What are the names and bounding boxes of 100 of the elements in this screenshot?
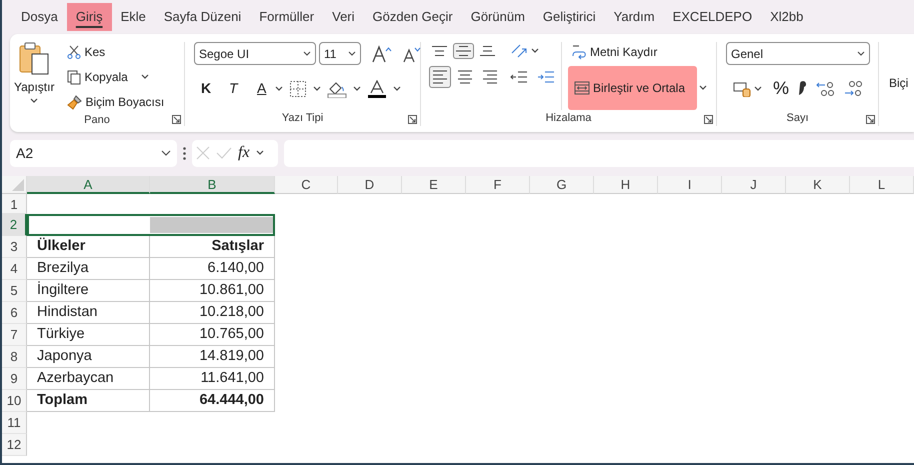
chevron-icon[interactable] <box>531 48 539 54</box>
underline-button[interactable]: A <box>254 77 270 100</box>
grow-font-icon[interactable] <box>372 44 392 62</box>
dialog-launcher-icon[interactable] <box>408 115 417 124</box>
group-label: Pano <box>84 113 110 128</box>
merge-center-button[interactable]: Birleştir ve Ortala <box>568 66 697 110</box>
column-header[interactable]: F <box>466 176 530 194</box>
row-header[interactable]: 12 <box>2 434 27 456</box>
chevron-icon[interactable] <box>30 98 38 104</box>
column-header[interactable]: B <box>150 176 275 194</box>
column-header[interactable]: E <box>402 176 466 194</box>
column-header[interactable]: G <box>530 176 594 194</box>
paste-button[interactable]: Yapıştır <box>10 42 58 112</box>
row-header[interactable]: 2 <box>2 214 27 236</box>
chevron-icon[interactable] <box>313 86 322 92</box>
decrease-decimal-icon[interactable] <box>843 80 864 98</box>
table-cell[interactable]: Toplam <box>27 390 150 412</box>
table-cell[interactable]: 11.641,00 <box>150 368 275 390</box>
name-box[interactable]: A2 <box>10 140 177 166</box>
increase-decimal-icon[interactable] <box>815 80 836 98</box>
font-color-icon[interactable] <box>367 80 388 98</box>
row-header[interactable]: 4 <box>2 258 27 280</box>
column-header[interactable]: D <box>338 176 402 194</box>
menu-tab[interactable]: Sayfa Düzeni <box>154 3 250 31</box>
chevron-icon[interactable] <box>393 86 402 92</box>
merge-cells-icon <box>574 81 590 95</box>
table-cell[interactable]: 64.444,00 <box>150 390 275 412</box>
row-header[interactable]: 5 <box>2 280 27 302</box>
table-cell[interactable]: 10.861,00 <box>150 280 275 302</box>
table-cell[interactable]: İngiltere <box>27 280 150 302</box>
menu-tab[interactable]: Görünüm <box>462 3 534 31</box>
column-header[interactable]: H <box>594 176 658 194</box>
decrease-indent-icon[interactable] <box>510 69 528 85</box>
table-cell[interactable]: Hindistan <box>27 302 150 324</box>
column-header[interactable]: K <box>786 176 850 194</box>
dialog-launcher-icon[interactable] <box>172 115 181 124</box>
row-header[interactable]: 9 <box>2 368 27 390</box>
menu-tab[interactable]: Dosya <box>12 3 67 31</box>
align-middle-button[interactable] <box>453 43 474 59</box>
align-top-button[interactable] <box>429 43 450 59</box>
row-header[interactable]: 6 <box>2 302 27 324</box>
more-options-icon[interactable] <box>183 146 186 160</box>
menu-tab[interactable]: Giriş <box>66 3 112 31</box>
insert-function-button[interactable]: fx <box>238 141 250 165</box>
menu-tab[interactable]: EXCELDEPO <box>664 3 762 31</box>
dialog-launcher-icon[interactable] <box>866 115 875 124</box>
selected-cell[interactable] <box>27 214 150 236</box>
row-header[interactable]: 3 <box>2 236 27 258</box>
chevron-icon[interactable] <box>256 150 264 156</box>
comma-style-icon[interactable] <box>797 80 808 96</box>
percent-button[interactable]: % <box>773 75 790 102</box>
column-header[interactable]: L <box>850 176 914 194</box>
number-format-field[interactable]: Genel <box>726 42 870 65</box>
chevron-icon[interactable] <box>353 86 362 92</box>
wrap-text-button[interactable]: Metni Kaydır <box>568 42 707 62</box>
column-header[interactable]: I <box>658 176 722 194</box>
increase-indent-icon[interactable] <box>537 69 555 85</box>
menu-tab[interactable]: Formüller <box>250 3 324 31</box>
chevron-icon[interactable] <box>699 85 707 91</box>
row-header[interactable]: 7 <box>2 324 27 346</box>
font-size-field[interactable]: 11 <box>319 42 361 65</box>
row-header[interactable]: 8 <box>2 346 27 368</box>
chevron-icon[interactable] <box>275 86 284 92</box>
menu-tab[interactable]: Gözden Geçir <box>364 3 462 31</box>
column-header[interactable]: J <box>722 176 786 194</box>
table-cell[interactable]: Türkiye <box>27 324 150 346</box>
column-header[interactable]: C <box>275 176 338 194</box>
table-cell[interactable]: Japonya <box>27 346 150 368</box>
fill-color-icon[interactable] <box>327 80 348 98</box>
align-bottom-button[interactable] <box>477 43 498 59</box>
menu-tab[interactable]: Geliştirici <box>534 3 605 31</box>
table-cell[interactable]: 6.140,00 <box>150 258 275 280</box>
align-left-button[interactable] <box>429 66 451 88</box>
row-header[interactable]: 10 <box>2 390 27 412</box>
table-cell[interactable]: 10.765,00 <box>150 324 275 346</box>
borders-icon[interactable] <box>289 80 308 98</box>
bold-button[interactable]: K <box>198 77 216 100</box>
chevron-icon[interactable] <box>140 74 149 80</box>
shaded-cell[interactable] <box>150 214 275 236</box>
menu-tab[interactable]: Ekle <box>112 3 155 31</box>
format-painter-button[interactable]: Biçim Boyacısı <box>64 92 168 112</box>
font-name-field[interactable]: Segoe UI <box>194 42 316 65</box>
chevron-icon[interactable] <box>754 86 762 92</box>
table-cell[interactable]: Ülkeler <box>27 236 150 258</box>
menu-tab[interactable]: Xl2bb <box>761 3 812 31</box>
table-cell[interactable]: Brezilya <box>27 258 150 280</box>
table-cell[interactable]: 10.218,00 <box>150 302 275 324</box>
table-cell[interactable]: 14.819,00 <box>150 346 275 368</box>
menu-tab[interactable]: Veri <box>323 3 364 31</box>
table-cell[interactable]: Satışlar <box>150 236 275 258</box>
row-header[interactable]: 1 <box>2 194 27 214</box>
italic-button[interactable]: T <box>226 77 244 100</box>
row-header[interactable]: 11 <box>2 412 27 434</box>
column-header[interactable]: A <box>27 176 150 194</box>
table-cell[interactable]: Azerbaycan <box>27 368 150 390</box>
copy-button[interactable]: Kopyala <box>64 67 168 87</box>
menu-tab[interactable]: Yardım <box>604 3 664 31</box>
dialog-launcher-icon[interactable] <box>704 115 713 124</box>
cut-button[interactable]: Kes <box>64 42 168 62</box>
group-label: Biçi <box>889 75 908 92</box>
